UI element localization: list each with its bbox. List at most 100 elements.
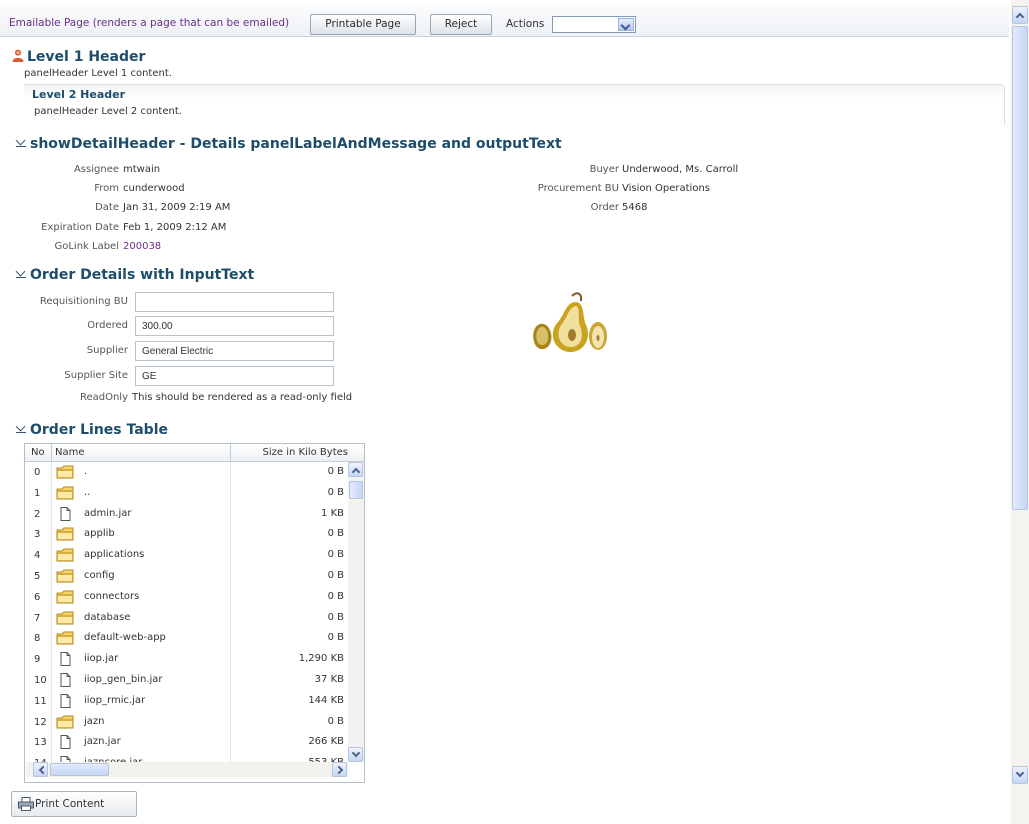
row-number: 7	[34, 612, 41, 624]
row-number: 3	[34, 529, 41, 541]
row-name: iiop_gen_bin.jar	[84, 673, 163, 685]
scroll-down-button[interactable]	[1012, 766, 1028, 784]
row-size: 0 B	[327, 528, 344, 540]
scroll-up-button[interactable]	[1012, 6, 1028, 24]
assignee-value: mtwain	[123, 164, 161, 175]
scroll-up-button[interactable]	[348, 462, 363, 477]
disclosure-expanded-icon[interactable]	[16, 423, 26, 433]
vertical-scroll-thumb[interactable]	[349, 481, 363, 499]
table-row[interactable]: 6 connectors 0 B	[25, 587, 348, 608]
level1-title: Level 1 Header	[27, 49, 146, 65]
order-label: Order	[590, 202, 619, 213]
file-icon	[56, 506, 74, 521]
row-number: 12	[34, 716, 47, 728]
actions-select[interactable]	[552, 16, 636, 33]
printable-page-button[interactable]: Printable Page	[310, 14, 416, 35]
column-separator[interactable]	[230, 444, 231, 461]
buyer-label: Buyer	[589, 164, 619, 175]
supplier-site-label: Supplier Site	[64, 370, 128, 381]
row-size: 0 B	[327, 590, 344, 602]
table-row[interactable]: 3 applib 0 B	[25, 524, 348, 545]
row-name: config	[84, 569, 115, 581]
row-size: 266 KB	[308, 736, 344, 748]
date-label: Date	[95, 202, 119, 213]
row-number: 4	[34, 550, 41, 562]
column-separator[interactable]	[51, 444, 52, 461]
row-size: 37 KB	[314, 673, 344, 685]
row-name: default-web-app	[84, 632, 166, 644]
order-lines-title: Order Lines Table	[30, 422, 168, 438]
from-label: From	[94, 183, 119, 194]
table-row[interactable]: 0. 0 B	[25, 462, 348, 483]
table-horizontal-scrollbar[interactable]	[26, 762, 348, 777]
requisitioning-bu-label: Requisitioning BU	[39, 296, 128, 307]
folder-icon	[56, 527, 74, 541]
file-icon	[56, 652, 74, 667]
row-number: 0	[34, 467, 41, 478]
table-row[interactable]: 12 jazn 0 B	[25, 712, 348, 733]
chevron-down-icon[interactable]	[618, 18, 634, 31]
level2-header: Level 2 Header	[32, 88, 126, 101]
table-row[interactable]: 8 default-web-app 0 B	[25, 628, 348, 649]
table-row[interactable]: 4 applications 0 B	[25, 545, 348, 566]
table-row[interactable]: 2 admin.jar 1 KB	[25, 504, 348, 525]
level1-content: panelHeader Level 1 content.	[24, 68, 172, 79]
readonly-label: ReadOnly	[79, 392, 128, 403]
golink-link[interactable]: 200038	[123, 241, 161, 252]
table-body: 0. 0 B 1.. 0 B 2 admin.jar 1 KB 3 applib 0 B 4 appl…	[25, 462, 348, 774]
row-number: 8	[34, 633, 41, 645]
details-header[interactable]: showDetailHeader - Details panelLabelAnd…	[16, 136, 562, 152]
print-content-button[interactable]: Print Content	[11, 791, 137, 817]
order-details-header[interactable]: Order Details with InputText	[16, 267, 254, 283]
folder-icon	[56, 590, 74, 604]
requisitioning-bu-input[interactable]	[135, 292, 334, 312]
column-header-no[interactable]: No	[31, 447, 45, 458]
row-number: 13	[34, 737, 47, 749]
pear-image	[522, 288, 623, 359]
table-row[interactable]: 10 iiop_gen_bin.jar 37 KB	[25, 670, 348, 691]
order-lines-table: No Name Size in Kilo Bytes 0. 0 B 1.. 0 B 2 a…	[24, 443, 365, 783]
table-row[interactable]: 7 database 0 B	[25, 608, 348, 629]
details-title: showDetailHeader - Details panelLabelAnd…	[30, 136, 562, 152]
window-scroll-thumb[interactable]	[1012, 26, 1028, 510]
row-size: 0 B	[327, 715, 344, 727]
supplier-site-input[interactable]	[135, 366, 334, 386]
readonly-value: This should be rendered as a read-only f…	[132, 392, 353, 403]
order-lines-header[interactable]: Order Lines Table	[16, 422, 168, 438]
scroll-left-button[interactable]	[33, 762, 48, 777]
window-vertical-scrollbar[interactable]	[1011, 0, 1029, 824]
horizontal-scroll-thumb[interactable]	[50, 763, 109, 776]
table-vertical-scrollbar[interactable]	[348, 462, 364, 762]
folder-icon	[56, 569, 74, 583]
row-number: 10	[34, 674, 47, 686]
order-details-title: Order Details with InputText	[30, 267, 255, 283]
scroll-down-button[interactable]	[348, 747, 363, 762]
actions-label: Actions	[506, 18, 545, 30]
table-row[interactable]: 9 iiop.jar 1,290 KB	[25, 649, 348, 670]
reject-button[interactable]: Reject	[430, 14, 492, 35]
table-row[interactable]: 5 config 0 B	[25, 566, 348, 587]
date-value: Jan 31, 2009 2:19 AM	[123, 202, 231, 213]
row-number: 6	[34, 591, 41, 603]
table-row[interactable]: 13 jazn.jar 266 KB	[25, 732, 348, 753]
expiration-date-value: Feb 1, 2009 2:12 AM	[123, 222, 227, 233]
disclosure-expanded-icon[interactable]	[16, 268, 26, 278]
row-number: 9	[34, 654, 41, 666]
folder-icon	[56, 465, 74, 479]
column-header-size[interactable]: Size in Kilo Bytes	[263, 447, 348, 458]
level1-header: Level 1 Header	[12, 49, 145, 65]
printer-icon	[18, 797, 34, 811]
column-header-name[interactable]: Name	[55, 447, 85, 458]
table-row[interactable]: 11 iiop_rmic.jar 144 KB	[25, 691, 348, 712]
emailable-page-link[interactable]: Emailable Page (renders a page that can …	[9, 17, 289, 29]
disclosure-expanded-icon[interactable]	[16, 137, 26, 147]
folder-icon	[56, 486, 74, 500]
golink-label: GoLink Label	[54, 241, 119, 252]
table-row[interactable]: 1.. 0 B	[25, 483, 348, 504]
ordered-input[interactable]	[135, 316, 334, 336]
scroll-right-button[interactable]	[332, 762, 347, 777]
supplier-input[interactable]	[135, 341, 334, 361]
procurement-bu-label: Procurement BU	[537, 183, 619, 194]
file-icon	[56, 693, 74, 708]
level2-content: panelHeader Level 2 content.	[34, 106, 182, 117]
